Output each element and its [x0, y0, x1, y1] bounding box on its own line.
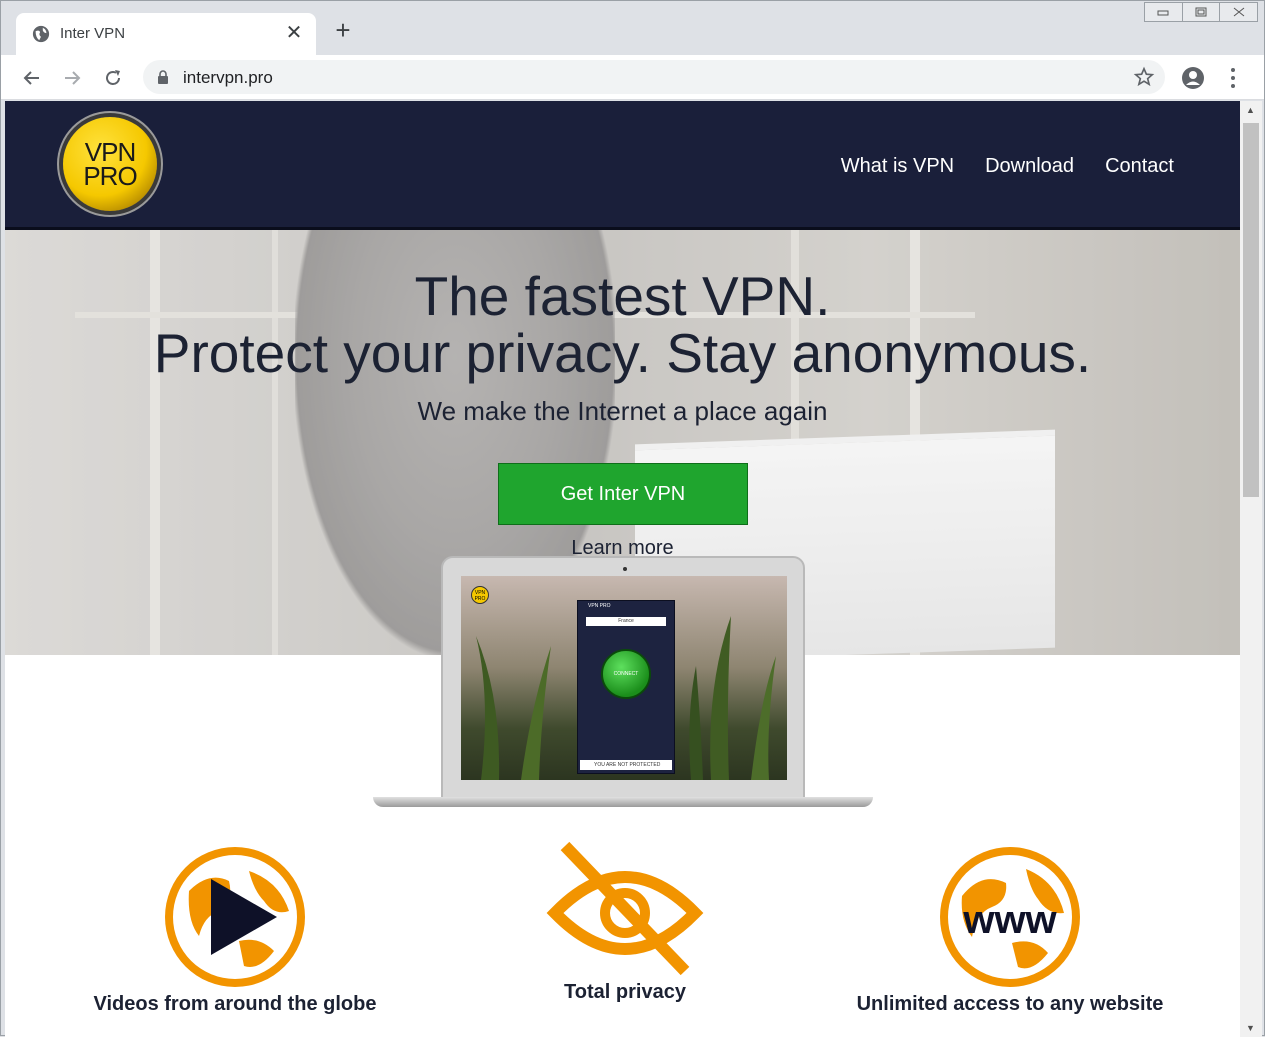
kebab-menu-icon[interactable] [1223, 66, 1243, 90]
feature-unlimited: www Unlimited access to any website [850, 841, 1170, 1016]
reload-button[interactable] [100, 65, 126, 91]
lock-icon [158, 70, 168, 84]
tab-strip: Inter VPN ✕ + [1, 1, 1264, 55]
back-button[interactable] [19, 65, 45, 91]
site-header: VPN PRO What is VPN Download Contact [5, 101, 1240, 230]
page-viewport: VPN PRO What is VPN Download Contact The [5, 101, 1240, 1037]
vertical-scrollbar[interactable]: ▲ ▼ [1240, 101, 1262, 1037]
hero-headline-2: Protect your privacy. Stay anonymous. [153, 322, 1092, 384]
hero-headline-1: The fastest VPN. [414, 265, 831, 327]
tab-inter-vpn[interactable]: Inter VPN ✕ [16, 13, 316, 55]
feature-privacy: Total privacy [465, 841, 785, 1004]
reload-icon [106, 70, 120, 85]
svg-text:www: www [962, 898, 1057, 942]
eye-slash-icon [546, 841, 704, 976]
account-icon[interactable] [1181, 66, 1205, 90]
feature-label: Videos from around the globe [93, 993, 377, 1015]
globe-icon [32, 25, 50, 43]
laptop-preview: VPN PRO VPN PRO France CONNECT YOU ARE N… [373, 556, 873, 816]
globe-play-icon [165, 847, 305, 987]
nav-contact[interactable]: Contact [1105, 155, 1174, 178]
app-title: VPN PRO [588, 603, 611, 609]
vpn-app-window: VPN PRO France CONNECT YOU ARE NOT PROTE… [577, 600, 675, 774]
laptop-base [373, 797, 873, 807]
country-select: France [586, 617, 666, 626]
close-tab-icon[interactable]: ✕ [284, 22, 304, 44]
browser-window: Inter VPN ✕ + intervpn.pro VPN PRO What … [0, 0, 1265, 1037]
forward-button[interactable] [59, 65, 85, 91]
mini-vpn-logo: VPN PRO [471, 586, 489, 604]
hero-subheadline: We make the Internet a place again [417, 396, 828, 426]
arrow-right-icon [65, 71, 81, 85]
laptop-camera [623, 567, 627, 571]
scroll-down-icon[interactable]: ▼ [1246, 1023, 1255, 1033]
nav-what-is-vpn[interactable]: What is VPN [841, 155, 954, 178]
globe-www-icon: www [940, 847, 1080, 987]
star-icon[interactable] [1133, 66, 1155, 88]
logo-line2: PRO [83, 161, 137, 191]
get-inter-vpn-button[interactable]: Get Inter VPN [498, 463, 748, 525]
scroll-thumb[interactable] [1243, 123, 1259, 497]
laptop-lid: VPN PRO VPN PRO France CONNECT YOU ARE N… [441, 556, 805, 800]
main-nav: What is VPN Download Contact [841, 155, 1174, 178]
restore-button[interactable] [1183, 3, 1221, 21]
window-controls [1144, 2, 1258, 22]
feature-label: Total privacy [564, 981, 686, 1003]
nav-download[interactable]: Download [985, 155, 1074, 178]
vpn-pro-logo[interactable]: VPN PRO [63, 117, 157, 211]
scroll-up-icon[interactable]: ▲ [1246, 105, 1255, 115]
minimize-button[interactable] [1145, 3, 1183, 21]
laptop-screen: VPN PRO VPN PRO France CONNECT YOU ARE N… [461, 576, 787, 780]
connect-button: CONNECT [601, 649, 651, 699]
address-bar[interactable]: intervpn.pro [143, 60, 1165, 94]
url-text: intervpn.pro [183, 68, 273, 87]
arrow-left-icon [23, 71, 39, 85]
feature-label: Unlimited access to any website [856, 993, 1164, 1015]
tab-title: Inter VPN [60, 25, 126, 42]
close-window-button[interactable] [1220, 3, 1257, 21]
browser-toolbar: intervpn.pro [1, 55, 1264, 100]
new-tab-button[interactable]: + [331, 17, 355, 43]
feature-videos: Videos from around the globe [85, 841, 385, 1016]
protection-status: YOU ARE NOT PROTECTED [580, 760, 672, 770]
